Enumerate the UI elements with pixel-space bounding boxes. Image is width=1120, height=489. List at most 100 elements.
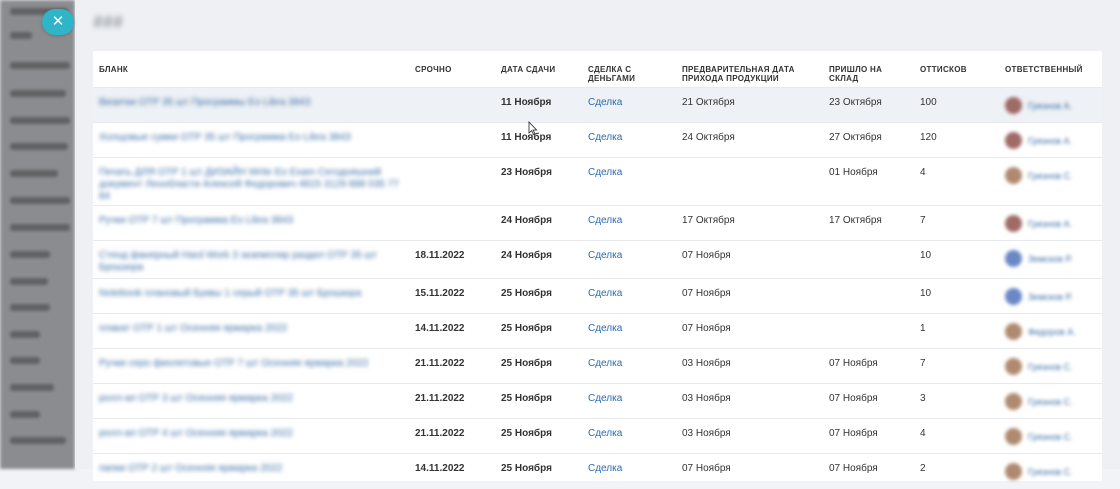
col-header-due[interactable]: Дата сдачи <box>495 51 582 88</box>
col-header-deal[interactable]: Сделка с деньгами <box>582 51 676 88</box>
avatar <box>1005 323 1022 340</box>
table-row[interactable]: ролл-ап ОТР 3 шт Осенняя ярмарка 2022 21.… <box>93 383 1102 419</box>
cell-due: 25 Ноября <box>495 453 582 489</box>
cell-blank: Печать ДЛЯ ОТР 1 шт ДИЗАЙН Write Eo Exam… <box>93 157 409 206</box>
cell-pre-date-text: 03 Ноября <box>682 358 731 369</box>
responsible-person[interactable]: Грязнов А. <box>1005 97 1096 114</box>
cell-prints: 100 <box>914 87 999 123</box>
cell-deal-text[interactable]: Сделка <box>588 97 622 108</box>
cell-deal: Сделка <box>582 205 676 241</box>
cell-due: 25 Ноября <box>495 348 582 384</box>
cell-pre-date: 03 Ноября <box>676 418 823 454</box>
responsible-person[interactable]: Федоров А. <box>1005 323 1096 340</box>
responsible-name: Грязнов А. <box>1028 135 1073 146</box>
cell-deal-text[interactable]: Сделка <box>588 132 622 143</box>
responsible-person[interactable]: Грязнов А. <box>1005 215 1096 232</box>
cell-blank-text[interactable]: Ручки ОТР 7 шт Программа Eo Libra 3843 <box>99 215 403 227</box>
cell-blank-text[interactable]: Визитки ОТР 35 шт Программы Eo Libra 384… <box>99 97 403 109</box>
sidebar-line <box>10 224 70 231</box>
cell-responsible: Земсков Р. <box>999 278 1102 314</box>
cell-arrived: 23 Октября <box>823 87 914 123</box>
cell-prints: 10 <box>914 278 999 314</box>
cell-blank-text[interactable]: Notebook плановый Буквы 1 серый ОТР 35 ш… <box>99 288 403 300</box>
cell-due: 24 Ноября <box>495 240 582 279</box>
col-header-arrived[interactable]: Пришло на склад <box>823 51 914 88</box>
cell-pre-date-text: 07 Ноября <box>682 288 731 299</box>
cell-prints: 1 <box>914 313 999 349</box>
cell-prints-text: 10 <box>920 288 932 299</box>
cell-deal-text[interactable]: Сделка <box>588 323 622 334</box>
table-row[interactable]: папки ОТР 2 шт Осенняя ярмарка 2022 14.11… <box>93 453 1102 489</box>
table-row[interactable]: Визитки ОТР 35 шт Программы Eo Libra 384… <box>93 87 1102 123</box>
cell-blank-text[interactable]: Ручки серо фиолетовые ОТР 7 шт Осенняя я… <box>99 358 403 370</box>
table-row[interactable]: ролл-ап ОТР 4 шт Осенняя ярмарка 2022 21.… <box>93 418 1102 454</box>
col-header-pre-date[interactable]: Предварительная дата прихода продукции <box>676 51 823 88</box>
table-row[interactable]: Notebook плановый Буквы 1 серый ОТР 35 ш… <box>93 278 1102 314</box>
avatar <box>1005 463 1022 480</box>
cell-pre-date-text: 24 Октября <box>682 132 735 143</box>
sidebar-line <box>10 90 66 97</box>
responsible-person[interactable]: Земсков Р. <box>1005 288 1096 305</box>
cell-deal-text[interactable]: Сделка <box>588 358 622 369</box>
responsible-person[interactable]: Грязнов С. <box>1005 167 1096 184</box>
cell-due-text: 25 Ноября <box>501 393 552 404</box>
cell-pre-date: 17 Октября <box>676 205 823 241</box>
responsible-name: Грязнов С. <box>1028 170 1073 181</box>
table-row[interactable]: Печать ДЛЯ ОТР 1 шт ДИЗАЙН Write Eo Exam… <box>93 157 1102 206</box>
close-button[interactable]: ✕ <box>42 9 74 35</box>
table-row[interactable]: Ручки ОТР 7 шт Программа Eo Libra 3843 24… <box>93 205 1102 241</box>
responsible-person[interactable]: Грязнов А. <box>1005 132 1096 149</box>
cell-due: 25 Ноября <box>495 313 582 349</box>
cell-arrived-text: 07 Ноября <box>829 358 878 369</box>
responsible-person[interactable]: Грязнов С. <box>1005 463 1096 480</box>
cell-blank-text[interactable]: плакат ОТР 1 шт Осенняя ярмарка 2022 <box>99 323 403 335</box>
table-row[interactable]: Ручки серо фиолетовые ОТР 7 шт Осенняя я… <box>93 348 1102 384</box>
cell-deal-text[interactable]: Сделка <box>588 428 622 439</box>
cell-urgent <box>409 157 495 206</box>
responsible-person[interactable]: Земсков Р. <box>1005 250 1096 267</box>
cell-arrived-text: 17 Октября <box>829 215 882 226</box>
responsible-person[interactable]: Грязнов С. <box>1005 393 1096 410</box>
cell-deal-text[interactable]: Сделка <box>588 250 622 261</box>
responsible-name: Грязнов А. <box>1028 218 1073 229</box>
sidebar-line <box>10 384 54 391</box>
cell-blank-text[interactable]: ролл-ап ОТР 4 шт Осенняя ярмарка 2022 <box>99 428 403 440</box>
cell-blank-text[interactable]: Печать ДЛЯ ОТР 1 шт ДИЗАЙН Write Eo Exam… <box>99 167 403 203</box>
responsible-person[interactable]: Грязнов С. <box>1005 358 1096 375</box>
cell-deal-text[interactable]: Сделка <box>588 167 622 178</box>
col-header-urgent[interactable]: Срочно <box>409 51 495 88</box>
responsible-name: Грязнов С. <box>1028 466 1073 477</box>
table-row[interactable]: Холщовые сумки ОТР 35 шт Программа Eo Li… <box>93 122 1102 158</box>
cell-blank-text[interactable]: ролл-ап ОТР 3 шт Осенняя ярмарка 2022 <box>99 393 403 405</box>
cell-pre-date <box>676 157 823 206</box>
table-row[interactable]: Стенд фанерный Hard Work 3 экземпляр раз… <box>93 240 1102 279</box>
cell-blank-text[interactable]: Холщовые сумки ОТР 35 шт Программа Eo Li… <box>99 132 403 144</box>
col-header-prints[interactable]: Оттисков <box>914 51 999 88</box>
col-header-blank[interactable]: Бланк <box>93 51 409 88</box>
cell-deal-text[interactable]: Сделка <box>588 215 622 226</box>
sidebar-line <box>10 62 70 69</box>
avatar <box>1005 167 1022 184</box>
cell-pre-date-text: 03 Ноября <box>682 428 731 439</box>
responsible-person[interactable]: Грязнов С. <box>1005 428 1096 445</box>
responsible-name: Грязнов С. <box>1028 431 1073 442</box>
cell-due: 25 Ноября <box>495 418 582 454</box>
cell-blank-text[interactable]: Стенд фанерный Hard Work 3 экземпляр раз… <box>99 250 403 274</box>
cell-blank-text[interactable]: папки ОТР 2 шт Осенняя ярмарка 2022 <box>99 463 403 475</box>
cell-prints: 3 <box>914 383 999 419</box>
cell-due: 23 Ноября <box>495 157 582 206</box>
cell-urgent: 18.11.2022 <box>409 240 495 279</box>
table-row[interactable]: плакат ОТР 1 шт Осенняя ярмарка 2022 14.1… <box>93 313 1102 349</box>
cell-prints-text: 10 <box>920 250 932 261</box>
cell-prints-text: 7 <box>920 358 926 369</box>
avatar <box>1005 428 1022 445</box>
cell-deal-text[interactable]: Сделка <box>588 288 622 299</box>
cell-blank: Ручки ОТР 7 шт Программа Eo Libra 3843 <box>93 205 409 241</box>
cell-due-text: 11 Ноября <box>501 132 552 143</box>
cell-deal-text[interactable]: Сделка <box>588 393 622 404</box>
cell-blank: Визитки ОТР 35 шт Программы Eo Libra 384… <box>93 87 409 123</box>
avatar <box>1005 358 1022 375</box>
avatar <box>1005 97 1022 114</box>
col-header-responsible[interactable]: Ответственный <box>999 51 1102 88</box>
cell-prints: 2 <box>914 453 999 489</box>
